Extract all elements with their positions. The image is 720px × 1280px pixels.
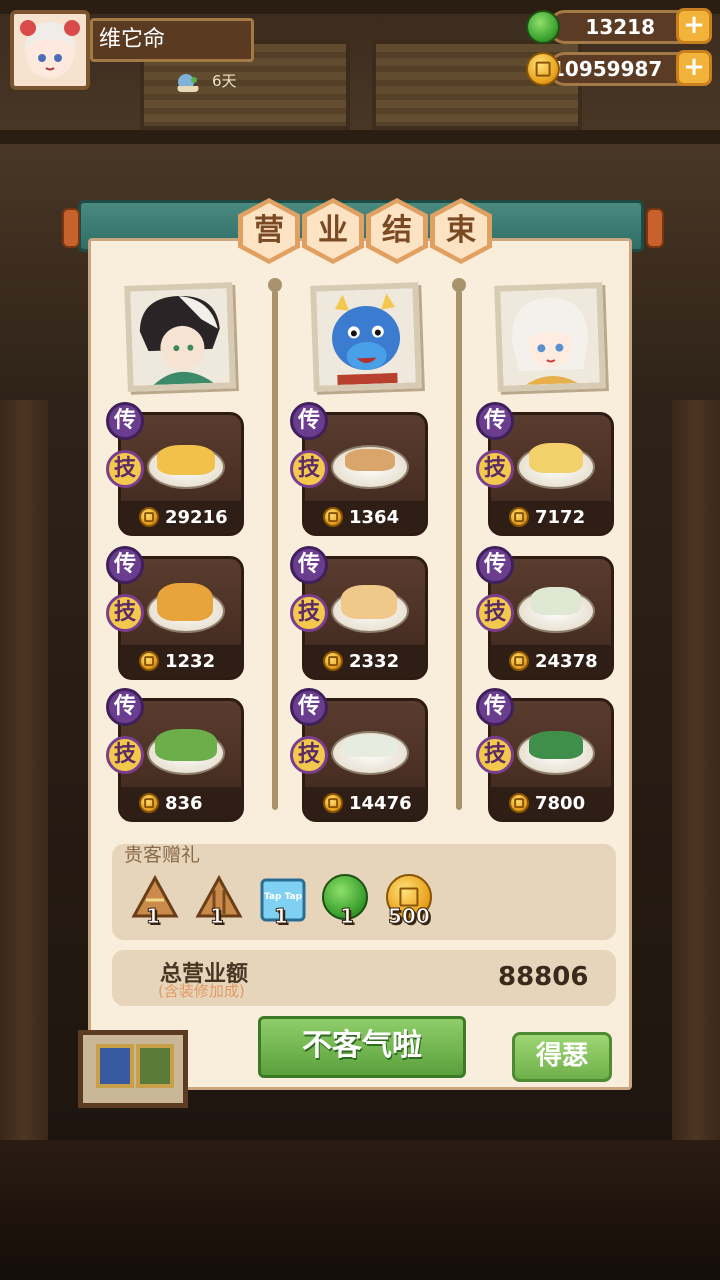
column-divider (272, 290, 278, 810)
dish-income: 7172 (535, 507, 586, 528)
gift-section-title: 贵客赠礼 (124, 844, 201, 866)
skill-badge: 技 (476, 450, 514, 488)
dish-income: 1364 (349, 507, 400, 528)
chef-blue-ox-icon (316, 288, 416, 386)
bg-pillar-left (0, 400, 48, 1200)
cloud-globe-icon (174, 72, 200, 94)
legend-badge: 传 (290, 402, 328, 440)
gift-count: 1 (274, 904, 289, 929)
chef-scholar-icon (130, 288, 230, 386)
chef-portrait-3 (494, 282, 606, 392)
divider-knob (268, 278, 282, 292)
coin-icon (509, 507, 529, 527)
legend-badge: 传 (106, 688, 144, 726)
dish-income: 7800 (535, 793, 586, 814)
skill-badge: 技 (290, 450, 328, 488)
dish-income: 836 (165, 793, 203, 814)
legend-badge: 传 (106, 546, 144, 584)
jade-icon (526, 10, 560, 44)
skill-badge: 技 (106, 450, 144, 488)
coin-icon (323, 793, 343, 813)
bg-pillar-right (672, 400, 720, 1200)
coin-icon (323, 507, 343, 527)
skill-badge: 技 (476, 594, 514, 632)
days-label: 6天 (212, 72, 237, 90)
coin-icon (509, 793, 529, 813)
column-divider (456, 290, 462, 810)
skill-badge: 技 (106, 594, 144, 632)
dish-income: 2332 (349, 651, 400, 672)
scroll-cap-right (646, 208, 664, 248)
total-value: 88806 (498, 962, 589, 992)
game-screen: 维它命 6天 13218 + 10959987 + 营 业 结 束 29216 … (0, 0, 720, 1280)
taptap-label: Tap Tap (263, 892, 303, 902)
avatar-girl-icon (14, 14, 86, 86)
chef-white-hair-girl-icon (500, 288, 600, 386)
legend-badge: 传 (476, 688, 514, 726)
skill-badge: 技 (106, 736, 144, 774)
coin-icon (139, 507, 159, 527)
add-gold-button[interactable]: + (676, 50, 712, 86)
add-jade-button[interactable]: + (676, 8, 712, 44)
dish-income: 29216 (165, 507, 228, 528)
coin-icon (323, 651, 343, 671)
gift-count: 500 (388, 904, 431, 929)
gift-count: 1 (146, 904, 161, 929)
skill-badge: 技 (290, 736, 328, 774)
bg-beam-2 (0, 130, 720, 144)
blue-tile-icon[interactable] (96, 1044, 134, 1088)
share-button[interactable]: 得瑟 (512, 1032, 612, 1082)
legend-badge: 传 (476, 402, 514, 440)
legend-badge: 传 (476, 546, 514, 584)
chef-portrait-1 (124, 282, 236, 392)
scroll-cap-left (62, 208, 80, 248)
coin-icon (139, 651, 159, 671)
chef-portrait-2 (310, 282, 422, 392)
gold-coin-icon (526, 52, 560, 86)
player-avatar[interactable] (10, 10, 90, 90)
legend-badge: 传 (290, 688, 328, 726)
player-name: 维它命 (90, 18, 254, 62)
dish-income: 24378 (535, 651, 598, 672)
gift-count: 1 (340, 904, 355, 929)
legend-badge: 传 (290, 546, 328, 584)
legend-badge: 传 (106, 402, 144, 440)
dish-income: 1232 (165, 651, 216, 672)
divider-knob (452, 278, 466, 292)
bg-floor (0, 1140, 720, 1280)
skill-badge: 技 (476, 736, 514, 774)
skill-badge: 技 (290, 594, 328, 632)
total-sublabel: (含装修加成) (158, 982, 245, 1000)
dish-income: 14476 (349, 793, 412, 814)
gift-count: 1 (210, 904, 225, 929)
coin-icon (139, 793, 159, 813)
coin-icon (509, 651, 529, 671)
confirm-button[interactable]: 不客气啦 (258, 1016, 466, 1078)
green-tile-icon[interactable] (136, 1044, 174, 1088)
